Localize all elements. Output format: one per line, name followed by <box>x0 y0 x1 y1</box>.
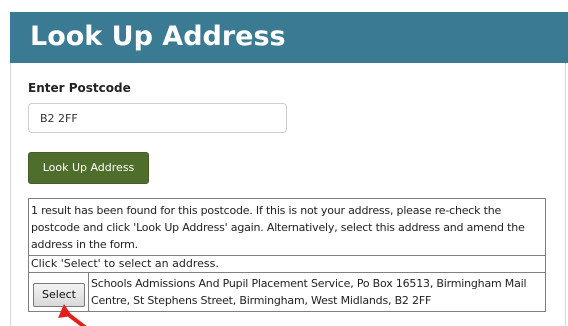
results-message: 1 result has been found for this postcod… <box>29 199 545 256</box>
page-header: Look Up Address <box>10 12 568 63</box>
address-row: Select Schools Admissions And Pupil Plac… <box>29 273 545 311</box>
select-hint: Click 'Select' to select an address. <box>29 256 545 273</box>
results-table: 1 result has been found for this postcod… <box>28 198 546 312</box>
postcode-label: Enter Postcode <box>28 81 131 95</box>
page-title: Look Up Address <box>30 21 286 52</box>
red-arrow-icon <box>58 304 87 326</box>
arrow-shaft <box>63 310 87 326</box>
postcode-input[interactable] <box>28 103 287 133</box>
page: Look Up Address Enter Postcode Look Up A… <box>0 0 568 326</box>
address-text: Schools Admissions And Pupil Placement S… <box>91 277 527 307</box>
look-up-address-button[interactable]: Look Up Address <box>28 152 149 184</box>
